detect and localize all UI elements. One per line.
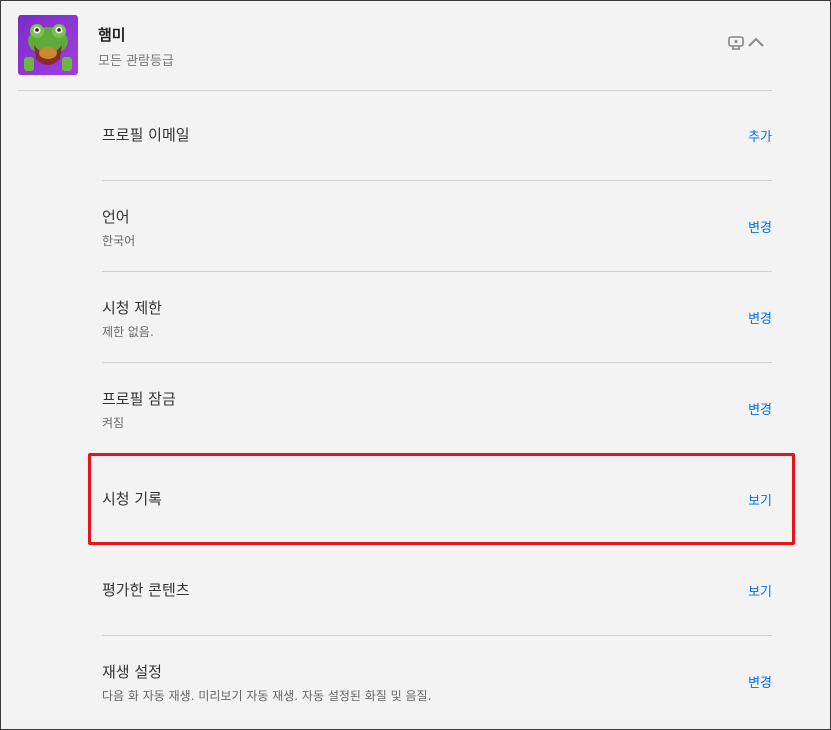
profile-header[interactable]: 햄미 모든 관람등급 xyxy=(18,14,772,91)
setting-value: 제한 없음. xyxy=(102,325,154,339)
change-restrictions-link[interactable]: 변경 xyxy=(748,308,772,327)
chevron-up-icon[interactable] xyxy=(746,34,766,50)
view-viewing-activity-link[interactable]: 보기 xyxy=(748,490,772,509)
profile-avatar xyxy=(18,15,78,75)
setting-title: 평가한 콘텐츠 xyxy=(102,581,190,599)
setting-title: 프로필 이메일 xyxy=(102,126,190,144)
setting-row-language: 언어 한국어 변경 xyxy=(102,181,772,272)
view-ratings-link[interactable]: 보기 xyxy=(748,581,772,600)
profile-name: 햄미 xyxy=(98,26,126,44)
change-playback-link[interactable]: 변경 xyxy=(748,672,772,691)
setting-title: 프로필 잠금 xyxy=(102,390,176,408)
setting-row-profile-lock: 프로필 잠금 켜짐 변경 xyxy=(102,363,772,454)
setting-title: 시청 기록 xyxy=(102,490,162,508)
setting-value: 한국어 xyxy=(102,234,136,248)
kids-profile-icon xyxy=(727,35,745,53)
settings-list: 프로필 이메일 추가 언어 한국어 변경 시청 제한 제한 없음. 변경 프로필… xyxy=(102,90,772,726)
setting-row-viewing-restrictions: 시청 제한 제한 없음. 변경 xyxy=(102,272,772,363)
setting-row-viewing-activity: 시청 기록 보기 xyxy=(102,454,772,545)
change-profile-lock-link[interactable]: 변경 xyxy=(748,399,772,418)
setting-value: 다음 화 자동 재생. 미리보기 자동 재생. 자동 설정된 화질 및 음질. xyxy=(102,689,432,703)
setting-title: 언어 xyxy=(102,208,130,226)
setting-value: 켜짐 xyxy=(102,416,125,430)
add-email-link[interactable]: 추가 xyxy=(748,126,772,145)
setting-row-email: 프로필 이메일 추가 xyxy=(102,90,772,181)
setting-row-ratings: 평가한 콘텐츠 보기 xyxy=(102,545,772,636)
setting-title: 시청 제한 xyxy=(102,299,162,317)
setting-row-playback: 재생 설정 다음 화 자동 재생. 미리보기 자동 재생. 자동 설정된 화질 … xyxy=(102,636,772,726)
change-language-link[interactable]: 변경 xyxy=(748,217,772,236)
profile-maturity: 모든 관람등급 xyxy=(98,54,174,69)
setting-title: 재생 설정 xyxy=(102,663,162,681)
